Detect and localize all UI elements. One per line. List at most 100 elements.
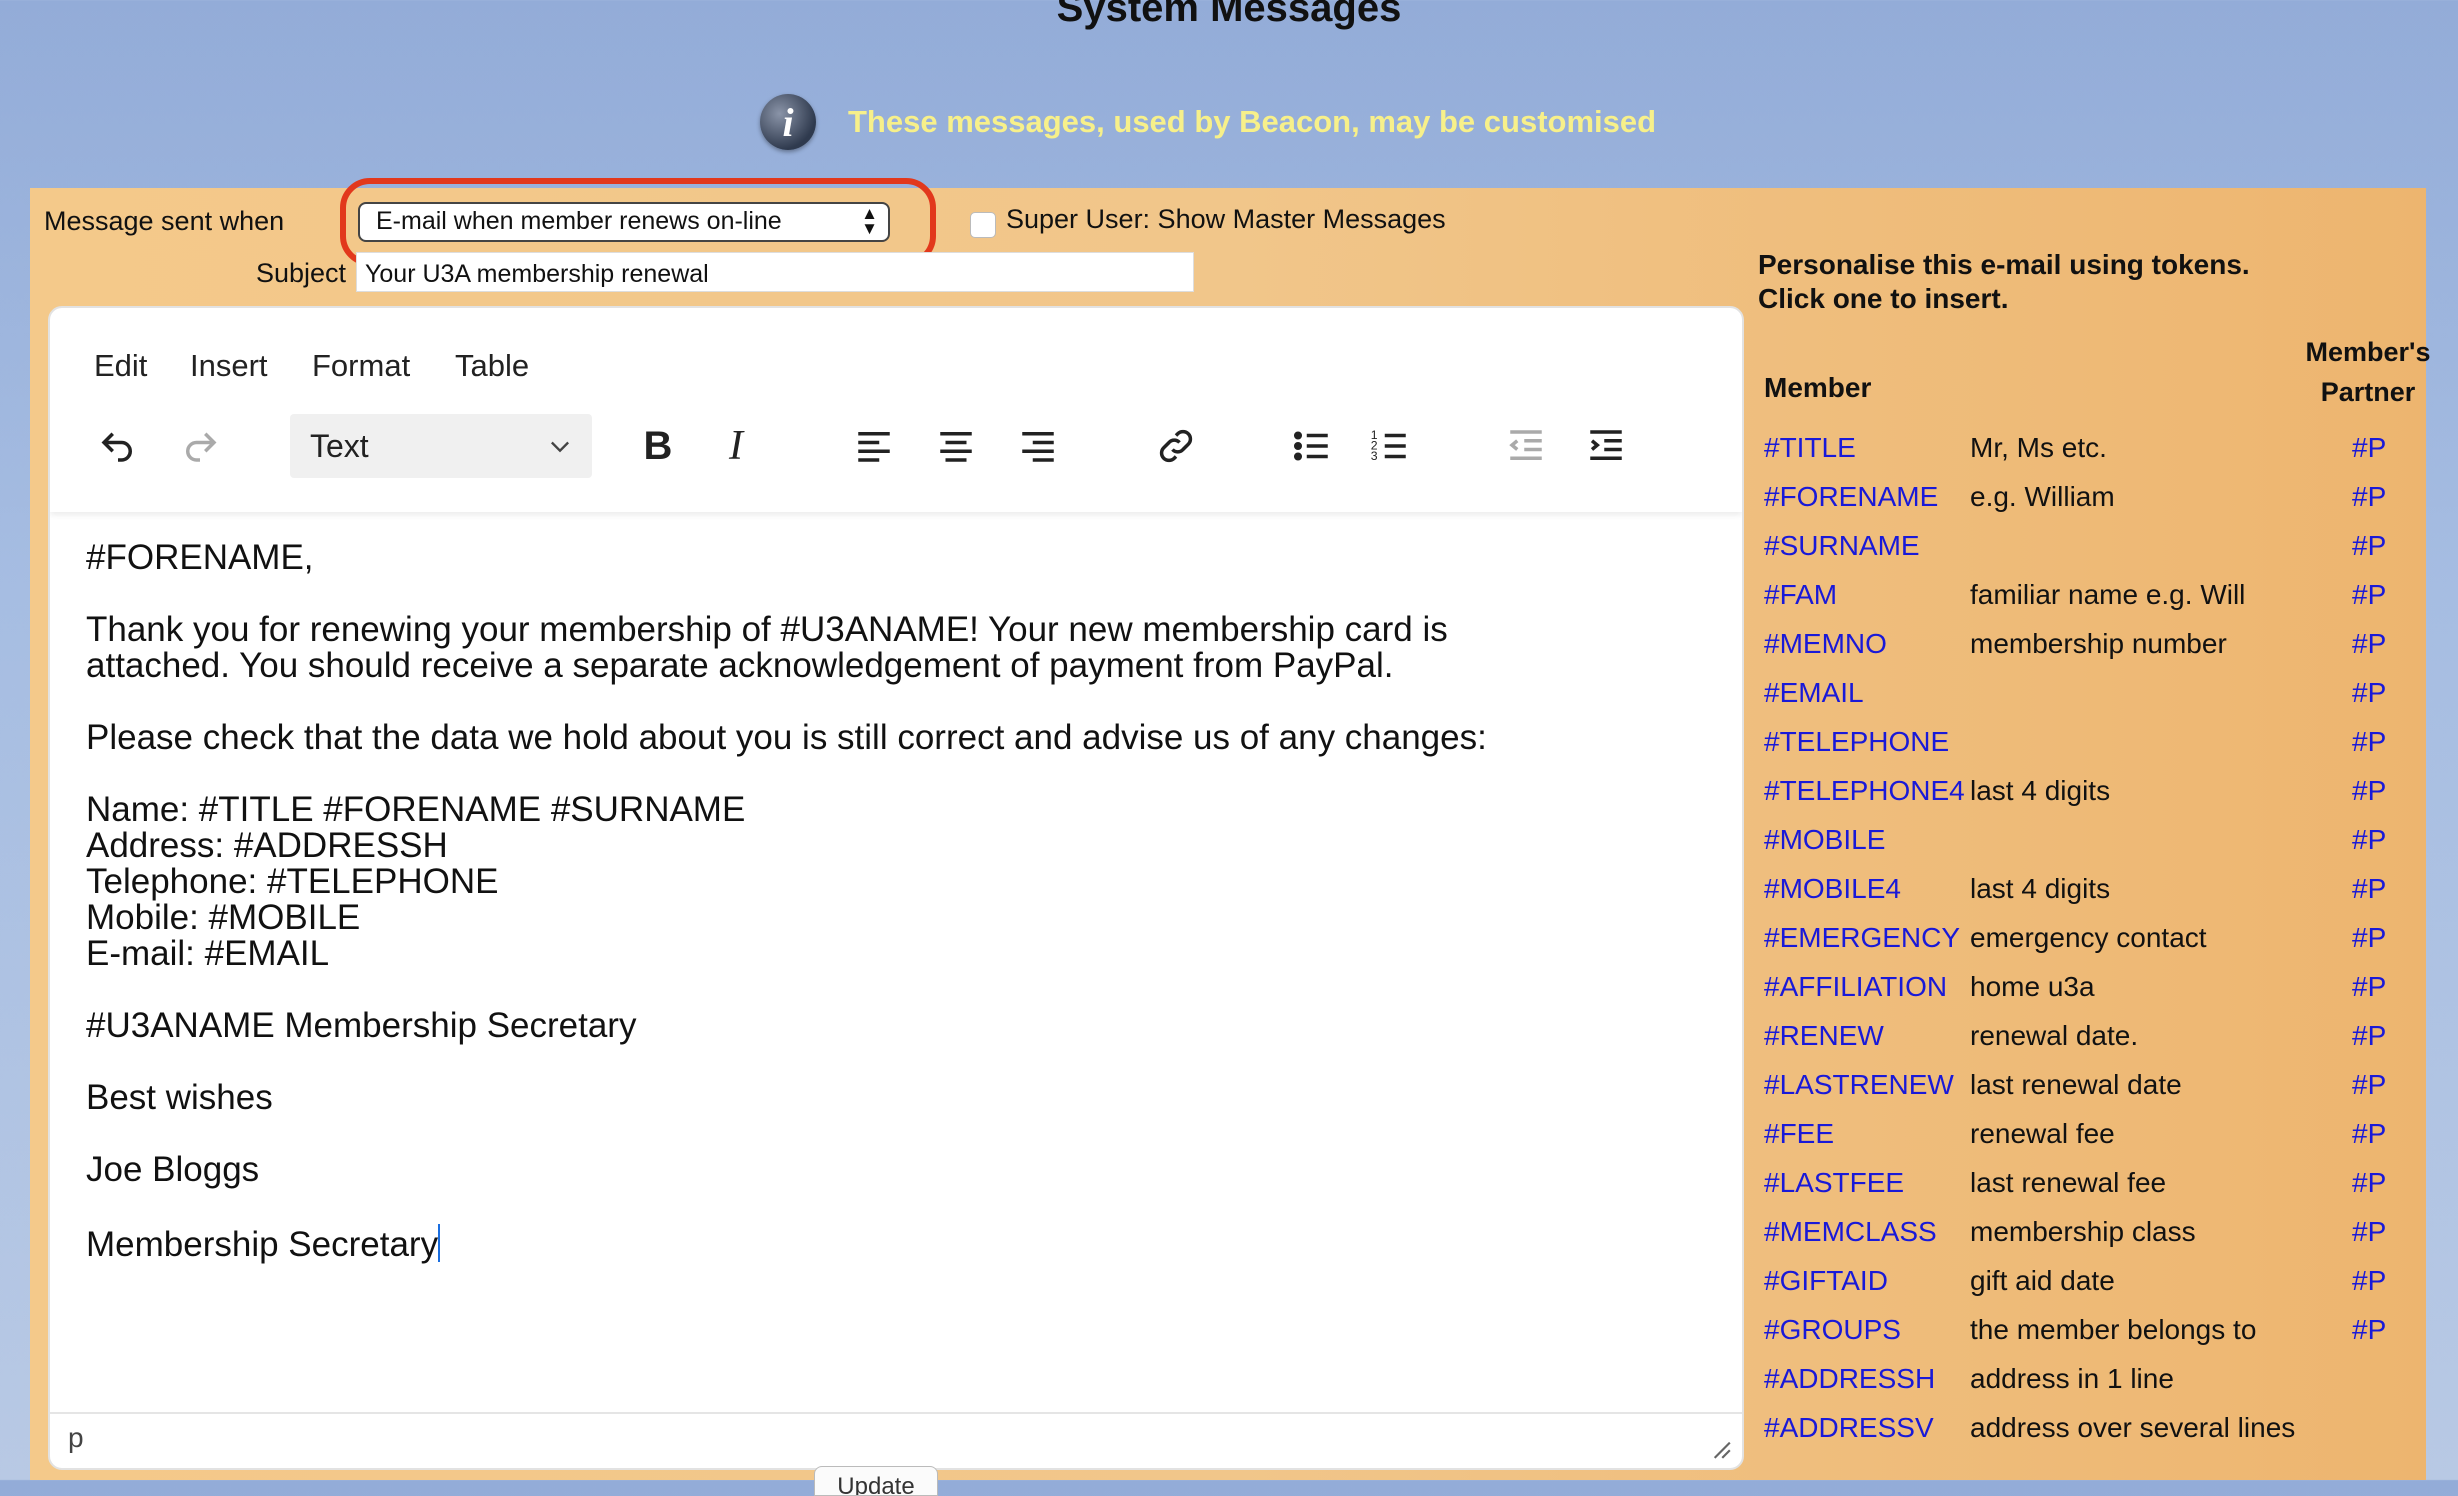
token-row: #ADDRESSH address in 1 line [1758, 1355, 2426, 1404]
partner-token-link[interactable]: #P [2352, 824, 2386, 856]
partner-token-link[interactable]: #P [2352, 726, 2386, 758]
menu-format[interactable]: Format [312, 348, 410, 384]
token-description: home u3a [1970, 971, 2095, 1002]
subject-input[interactable]: Your U3A membership renewal [356, 252, 1194, 292]
italic-icon[interactable]: I [706, 416, 766, 476]
message-sent-label: Message sent when [44, 206, 285, 236]
token-link[interactable]: #GIFTAID [1764, 1265, 1888, 1297]
partner-token-link[interactable]: #P [2352, 1069, 2386, 1101]
token-description: last 4 digits [1970, 775, 2111, 806]
token-description: gift aid date [1970, 1265, 2115, 1296]
message-panel: Message sent when E-mail when member ren… [30, 178, 2430, 1496]
update-button[interactable]: Update [814, 1466, 938, 1496]
chevron-down-icon [551, 441, 569, 453]
token-link[interactable]: #EMAIL [1764, 677, 1864, 709]
token-description: last 4 digits [1970, 873, 2111, 904]
token-row: #MOBILE #P [1758, 816, 2426, 865]
menu-edit[interactable]: Edit [94, 348, 147, 384]
align-right-icon[interactable] [1008, 416, 1068, 476]
rich-text-editor: Edit Insert Format Table Text B I 1 2 3 … [48, 306, 1744, 1470]
editor-toolbar: Edit Insert Format Table Text B I 1 2 3 [50, 308, 1742, 512]
token-link[interactable]: #FORENAME [1764, 481, 1938, 513]
token-link[interactable]: #MEMCLASS [1764, 1216, 1937, 1248]
token-link[interactable]: #GROUPS [1764, 1314, 1901, 1346]
numbered-list-icon[interactable]: 123 [1360, 416, 1420, 476]
super-user-checkbox[interactable] [970, 212, 996, 238]
undo-icon[interactable] [88, 416, 148, 476]
token-description: emergency contact [1970, 922, 2207, 953]
token-description: familiar name e.g. Will [1970, 579, 2246, 610]
token-link[interactable]: #TITLE [1764, 432, 1856, 464]
token-link[interactable]: #MOBILE4 [1764, 873, 1901, 905]
token-link[interactable]: #FEE [1764, 1118, 1834, 1150]
partner-token-link[interactable]: #P [2352, 1265, 2386, 1297]
partner-token-link[interactable]: #P [2352, 1167, 2386, 1199]
token-link[interactable]: #ADDRESSH [1764, 1363, 1935, 1395]
token-table: #TITLE Mr, Ms etc. #P #FORENAME e.g. William… [1758, 424, 2426, 1453]
token-link[interactable]: #EMERGENCY [1764, 922, 1960, 954]
partner-token-link[interactable]: #P [2352, 1314, 2386, 1346]
token-link[interactable]: #FAM [1764, 579, 1837, 611]
svg-text:3: 3 [1371, 449, 1378, 463]
token-link[interactable]: #ADDRESSV [1764, 1412, 1934, 1444]
outdent-icon[interactable] [1496, 416, 1556, 476]
partner-token-link[interactable]: #P [2352, 1118, 2386, 1150]
partner-token-link[interactable]: #P [2352, 922, 2386, 954]
menu-table[interactable]: Table [455, 348, 529, 384]
token-row: #MEMCLASS membership class #P [1758, 1208, 2426, 1257]
token-description: the member belongs to [1970, 1314, 2257, 1345]
token-row: #FEE renewal fee #P [1758, 1110, 2426, 1159]
indent-icon[interactable] [1576, 416, 1636, 476]
super-user-label: Super User: Show Master Messages [1006, 204, 1446, 234]
token-row: #LASTFEE last renewal fee #P [1758, 1159, 2426, 1208]
token-panel: Personalise this e-mail using tokens. Cl… [1758, 248, 2430, 1453]
token-link[interactable]: #TELEPHONE [1764, 726, 1949, 758]
block-format-select[interactable]: Text [290, 414, 592, 478]
token-link[interactable]: #AFFILIATION [1764, 971, 1947, 1003]
token-row: #MOBILE4 last 4 digits #P [1758, 865, 2426, 914]
block-format-value: Text [310, 428, 369, 464]
redo-icon[interactable] [170, 416, 230, 476]
bullet-list-icon[interactable] [1282, 416, 1342, 476]
token-row: #SURNAME #P [1758, 522, 2426, 571]
element-path[interactable]: p [68, 1422, 84, 1453]
token-row: #ADDRESSV address over several lines [1758, 1404, 2426, 1453]
partner-token-link[interactable]: #P [2352, 1216, 2386, 1248]
token-link[interactable]: #LASTFEE [1764, 1167, 1904, 1199]
token-row: #LASTRENEW last renewal date #P [1758, 1061, 2426, 1110]
align-left-icon[interactable] [844, 416, 904, 476]
column-member: Member [1764, 372, 1872, 403]
token-description: last renewal fee [1970, 1167, 2167, 1198]
partner-token-link[interactable]: #P [2352, 481, 2386, 513]
token-row: #FORENAME e.g. William #P [1758, 473, 2426, 522]
editor-content[interactable]: #FORENAME, Thank you for renewing your m… [86, 540, 1706, 1263]
partner-token-link[interactable]: #P [2352, 628, 2386, 660]
partner-token-link[interactable]: #P [2352, 530, 2386, 562]
token-link[interactable]: #TELEPHONE4 [1764, 775, 1965, 807]
partner-token-link[interactable]: #P [2352, 677, 2386, 709]
token-link[interactable]: #RENEW [1764, 1020, 1884, 1052]
token-description: Mr, Ms etc. [1970, 432, 2107, 463]
token-row: #TELEPHONE #P [1758, 718, 2426, 767]
partner-token-link[interactable]: #P [2352, 579, 2386, 611]
token-row: #GROUPS the member belongs to #P [1758, 1306, 2426, 1355]
text-caret [438, 1224, 441, 1262]
info-icon[interactable]: i [760, 94, 816, 150]
token-link[interactable]: #MEMNO [1764, 628, 1887, 660]
token-row: #FAM familiar name e.g. Will #P [1758, 571, 2426, 620]
resize-handle-icon[interactable] [1706, 1434, 1732, 1460]
partner-token-link[interactable]: #P [2352, 1020, 2386, 1052]
paragraph: #FORENAME, [86, 538, 314, 577]
bold-icon[interactable]: B [628, 416, 688, 476]
menu-insert[interactable]: Insert [190, 348, 268, 384]
partner-token-link[interactable]: #P [2352, 432, 2386, 464]
token-link[interactable]: #SURNAME [1764, 530, 1920, 562]
token-description: address over several lines [1970, 1412, 2296, 1443]
token-link[interactable]: #MOBILE [1764, 824, 1885, 856]
align-center-icon[interactable] [926, 416, 986, 476]
partner-token-link[interactable]: #P [2352, 775, 2386, 807]
partner-token-link[interactable]: #P [2352, 971, 2386, 1003]
token-link[interactable]: #LASTRENEW [1764, 1069, 1954, 1101]
partner-token-link[interactable]: #P [2352, 873, 2386, 905]
link-icon[interactable] [1146, 416, 1206, 476]
